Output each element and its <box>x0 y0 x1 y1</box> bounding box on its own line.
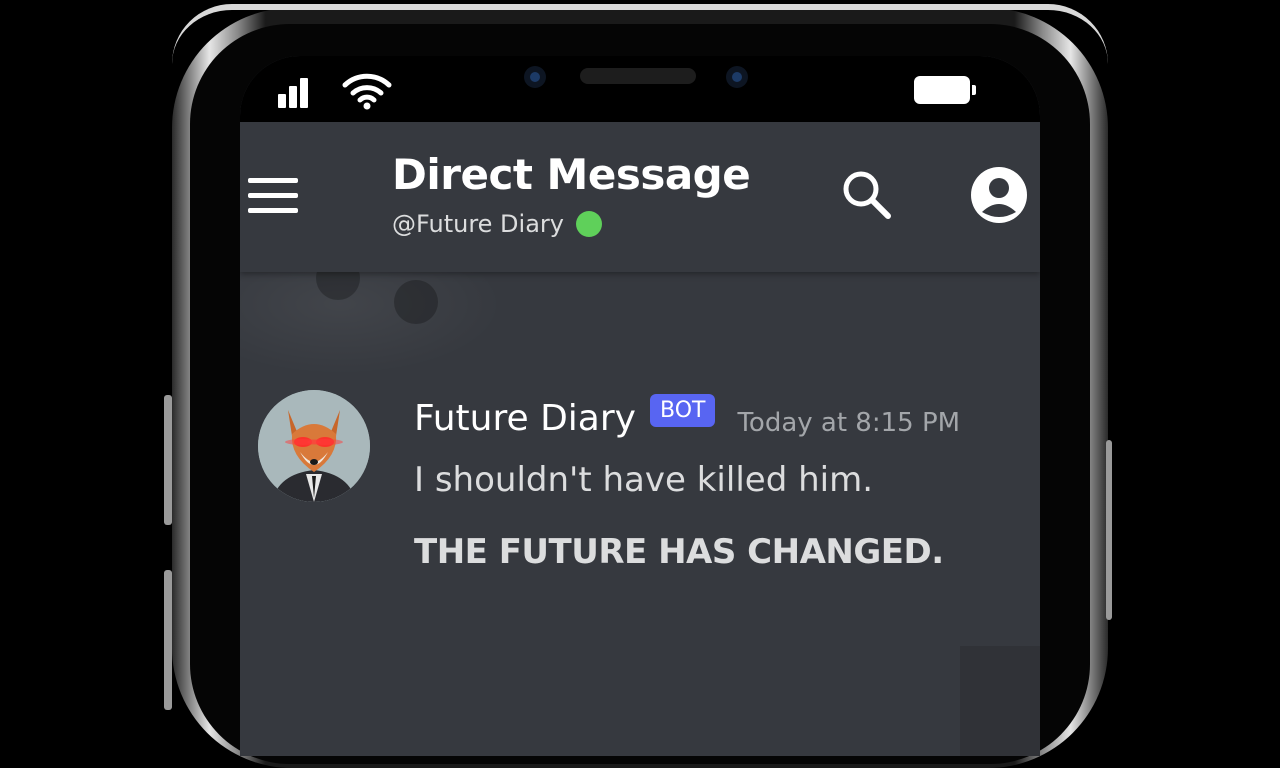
fox-avatar-icon <box>258 390 370 502</box>
side-button-left-lower <box>164 570 172 710</box>
author-name[interactable]: Future Diary <box>414 398 636 439</box>
bot-badge: BOT <box>649 394 716 427</box>
message-list[interactable]: Future Diary BOT Today at 8:15 PM I shou… <box>240 256 1040 756</box>
message-timestamp: Today at 8:15 PM <box>737 407 961 438</box>
faded-previous-message <box>240 256 505 376</box>
phone-screen: Direct Message @Future Diary Future Diar… <box>240 56 1040 756</box>
wifi-icon <box>342 73 392 110</box>
front-camera-right <box>726 66 748 88</box>
avatar[interactable] <box>258 390 370 502</box>
notch <box>408 56 872 122</box>
dm-header: Direct Message @Future Diary <box>240 122 1040 272</box>
user-profile-icon[interactable] <box>970 166 1028 224</box>
side-button-right <box>1106 440 1112 620</box>
message-header: Future Diary BOT Today at 8:15 PM <box>414 394 961 439</box>
hamburger-menu-icon[interactable] <box>248 178 298 218</box>
speaker-grille <box>580 68 696 84</box>
battery-icon <box>914 76 976 104</box>
signal-bars-icon <box>278 74 316 108</box>
online-status-dot <box>575 211 602 237</box>
message-text-bold: THE FUTURE HAS CHANGED. <box>414 532 944 572</box>
side-button-left <box>164 395 172 525</box>
recipient-row: @Future Diary <box>392 210 602 238</box>
faded-dot <box>394 280 438 324</box>
message-text: I shouldn't have killed him. <box>414 460 873 500</box>
status-bar <box>240 56 1040 122</box>
page-title: Direct Message <box>392 150 751 199</box>
recipient-handle: @Future Diary <box>392 210 564 238</box>
corner-shade <box>960 646 1040 756</box>
front-camera-left <box>524 66 546 88</box>
search-icon[interactable] <box>840 168 894 222</box>
